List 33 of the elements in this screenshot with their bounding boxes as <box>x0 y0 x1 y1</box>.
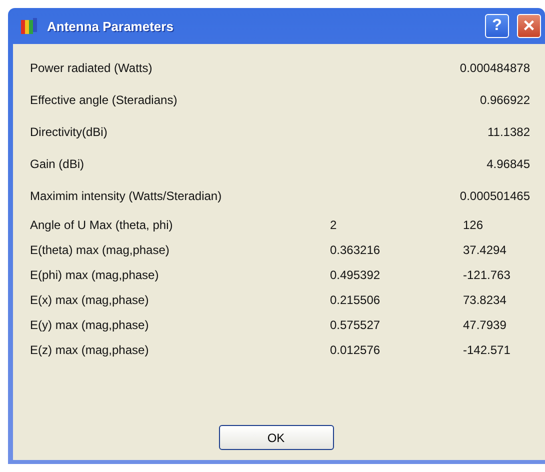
parameter-value: 0.575527 <box>330 318 380 332</box>
parameter-value: 47.7939 <box>463 318 506 332</box>
parameter-value: 126 <box>463 218 484 232</box>
color-bars-icon <box>19 16 39 36</box>
parameter-value: 4.96845 <box>486 157 530 171</box>
parameter-value: 11.1382 <box>488 125 530 139</box>
parameter-value: 0.012576 <box>330 342 380 356</box>
parameter-value: 37.4294 <box>463 242 506 256</box>
parameter-label: Power radiated (Watts) <box>30 61 152 75</box>
parameter-value: 0.215506 <box>330 292 380 306</box>
parameter-label: E(y) max (mag,phase) <box>30 318 149 332</box>
ok-button[interactable]: OK <box>218 425 334 450</box>
window-title: Antenna Parameters <box>47 18 174 34</box>
parameter-value: -142.571 <box>463 342 510 356</box>
parameter-label: Directivity(dBi) <box>30 125 108 139</box>
parameter-label: Gain (dBi) <box>30 157 84 171</box>
parameter-label: Maximim intensity (Watts/Steradian) <box>30 189 222 203</box>
parameter-label: Effective angle (Steradians) <box>30 93 178 107</box>
parameter-value: -121.763 <box>463 268 510 282</box>
close-button[interactable]: × <box>517 14 541 38</box>
parameter-value: 2 <box>330 218 337 232</box>
parameter-label: E(z) max (mag,phase) <box>30 342 149 356</box>
parameter-value: 0.363216 <box>330 242 380 256</box>
parameter-value: 0.000501465 <box>460 189 530 203</box>
parameter-label: E(x) max (mag,phase) <box>30 292 149 306</box>
help-button[interactable]: ? <box>485 14 509 38</box>
parameter-value: 73.8234 <box>463 292 506 306</box>
parameter-label: Angle of U Max (theta, phi) <box>30 218 173 232</box>
parameter-value: 0.966922 <box>480 93 530 107</box>
parameter-label: E(phi) max (mag,phase) <box>30 268 159 282</box>
parameter-label: E(theta) max (mag,phase) <box>30 242 170 256</box>
parameter-value: 0.495392 <box>330 268 380 282</box>
parameter-value: 0.000484878 <box>460 61 530 75</box>
